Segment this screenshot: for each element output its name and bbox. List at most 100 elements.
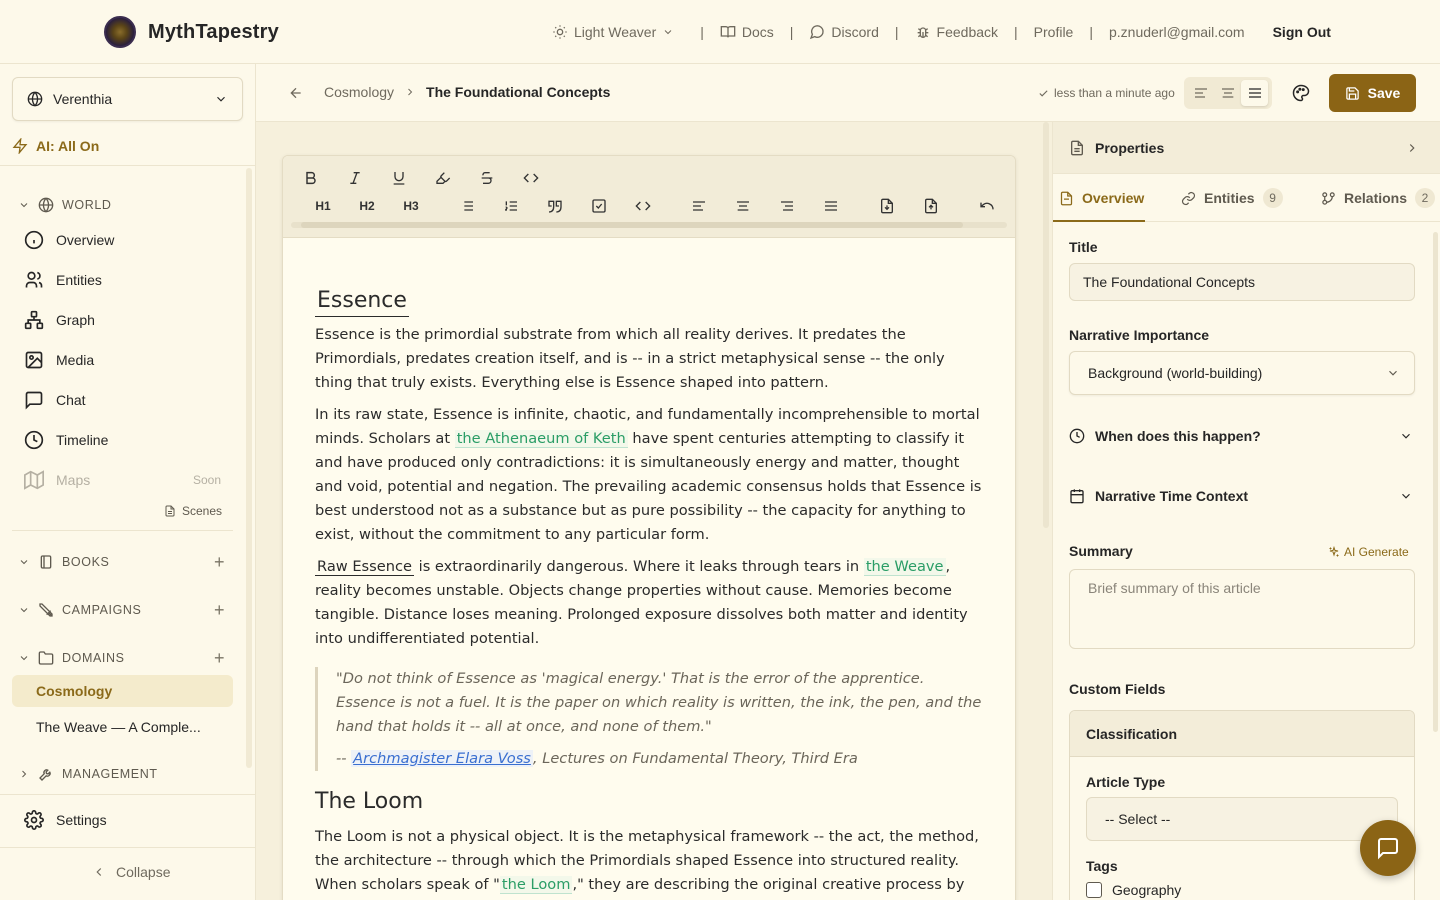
git-branch-icon: [1322, 191, 1335, 205]
sidebar-item-overview[interactable]: Overview: [24, 230, 114, 250]
map-icon: [24, 470, 44, 490]
article-type-select[interactable]: -- Select --: [1086, 797, 1398, 841]
tag-option-geography[interactable]: Geography: [1086, 882, 1181, 898]
add-book-icon[interactable]: +: [214, 552, 225, 573]
books-section-header[interactable]: BOOKS +: [18, 552, 225, 572]
narrative-time-context-section[interactable]: Narrative Time Context: [1069, 488, 1415, 504]
task-list-icon[interactable]: [587, 194, 611, 218]
world-selector[interactable]: Verenthia: [12, 77, 243, 121]
profile-link[interactable]: Profile: [1034, 24, 1074, 40]
entity-link[interactable]: the Loom: [499, 876, 573, 894]
custom-fields-box: Classification Article Type -- Select --…: [1069, 710, 1415, 900]
domain-item-the-weave[interactable]: The Weave — A Comple...: [36, 719, 201, 735]
import-file-icon[interactable]: [875, 194, 899, 218]
docs-link[interactable]: Docs: [720, 24, 774, 40]
heading3-button[interactable]: H3: [399, 194, 423, 218]
bold-icon[interactable]: [299, 166, 323, 190]
book-icon: [720, 24, 736, 40]
divider: [0, 165, 256, 166]
tab-entities[interactable]: Entities 9: [1181, 174, 1283, 222]
chat-fab-button[interactable]: [1360, 820, 1416, 876]
domains-section-header[interactable]: DOMAINS +: [18, 648, 225, 668]
properties-header[interactable]: Properties: [1053, 122, 1440, 174]
sidebar-item-label: Overview: [56, 232, 115, 248]
entity-link[interactable]: Archmagister Elara Voss: [351, 750, 533, 767]
quote-icon[interactable]: [543, 194, 567, 218]
collapse-sidebar-button[interactable]: Collapse: [92, 864, 170, 880]
quote-text: "Do not think of Essence as 'magical ene…: [336, 670, 982, 735]
document-content[interactable]: Essence Essence is the primordial substr…: [315, 286, 985, 900]
classification-header[interactable]: Classification: [1070, 711, 1414, 757]
scenes-link[interactable]: Scenes: [164, 504, 222, 518]
sign-out-button[interactable]: Sign Out: [1273, 24, 1331, 40]
collapse-label: Collapse: [116, 864, 171, 880]
undo-icon[interactable]: [975, 194, 999, 218]
align-left-icon[interactable]: [1188, 80, 1215, 106]
export-file-icon[interactable]: [919, 194, 943, 218]
underline-icon[interactable]: [387, 166, 411, 190]
ai-status-toggle[interactable]: AI: All On: [12, 138, 99, 154]
bullet-list-icon[interactable]: [455, 194, 479, 218]
back-arrow-icon[interactable]: [288, 85, 304, 101]
heading1-button[interactable]: H1: [311, 194, 335, 218]
sidebar-item-media[interactable]: Media: [24, 350, 94, 370]
inline-code-icon[interactable]: [519, 166, 543, 190]
align-center-icon[interactable]: [731, 194, 755, 218]
nav-separator: |: [894, 24, 899, 40]
theme-selector[interactable]: Light Weaver: [552, 24, 674, 40]
management-section-header[interactable]: MANAGEMENT: [18, 766, 158, 782]
sidebar-item-graph[interactable]: Graph: [24, 310, 95, 330]
save-button[interactable]: Save: [1329, 74, 1416, 112]
align-right-icon[interactable]: [775, 194, 799, 218]
settings-button[interactable]: Settings: [24, 810, 107, 830]
chevron-down-icon: [1389, 370, 1397, 376]
world-section-header[interactable]: WORLD: [18, 197, 112, 213]
sidebar-scrollbar[interactable]: [246, 168, 252, 768]
align-justify-icon[interactable]: [819, 194, 843, 218]
ai-generate-button[interactable]: AI Generate: [1328, 545, 1409, 559]
nav-separator: |: [1014, 24, 1018, 40]
title-input[interactable]: The Foundational Concepts: [1069, 263, 1415, 301]
chevron-down-icon: [1402, 493, 1410, 499]
toolbar-scrollbar[interactable]: [291, 222, 1007, 228]
link-icon: [1181, 191, 1196, 205]
feedback-link[interactable]: Feedback: [915, 24, 998, 40]
align-left-icon[interactable]: [687, 194, 711, 218]
sidebar-item-entities[interactable]: Entities: [24, 270, 102, 290]
narrative-importance-select[interactable]: Background (world-building): [1069, 351, 1415, 395]
domain-item-cosmology[interactable]: Cosmology: [12, 675, 233, 707]
align-justify-icon[interactable]: [1241, 80, 1269, 106]
add-campaign-icon[interactable]: +: [214, 600, 225, 621]
tab-relations[interactable]: Relations 2: [1321, 174, 1436, 222]
entity-link[interactable]: the Athenaeum of Keth: [454, 430, 628, 448]
code-block-icon[interactable]: [631, 194, 655, 218]
discord-link[interactable]: Discord: [809, 24, 879, 40]
entity-link[interactable]: the Weave: [863, 558, 946, 576]
toolbar-scrollbar-thumb[interactable]: [301, 222, 963, 228]
sidebar-item-chat[interactable]: Chat: [24, 390, 86, 410]
paragraph: The Loom is not a physical object. It is…: [315, 825, 985, 900]
calendar-icon: [1070, 489, 1084, 504]
campaigns-section-header[interactable]: CAMPAIGNS +: [18, 600, 225, 620]
entity-link[interactable]: Raw Essence: [315, 558, 414, 576]
summary-textarea[interactable]: Brief summary of this article: [1069, 569, 1415, 649]
sidebar-item-maps: Maps: [24, 470, 90, 490]
editor-scrollbar[interactable]: [1043, 122, 1049, 528]
palette-icon[interactable]: [1292, 84, 1310, 102]
italic-icon[interactable]: [343, 166, 367, 190]
checkbox[interactable]: [1086, 882, 1102, 898]
when-does-this-happen-section[interactable]: When does this happen?: [1069, 428, 1415, 444]
breadcrumb-parent[interactable]: Cosmology: [324, 84, 394, 100]
strikethrough-icon[interactable]: [475, 166, 499, 190]
ordered-list-icon[interactable]: [499, 194, 523, 218]
highlighter-icon[interactable]: [431, 166, 455, 190]
heading2-button[interactable]: H2: [355, 194, 379, 218]
add-domain-icon[interactable]: +: [214, 648, 225, 669]
sidebar-item-timeline[interactable]: Timeline: [24, 430, 108, 450]
tab-overview[interactable]: Overview: [1059, 174, 1144, 222]
properties-scrollbar[interactable]: [1433, 232, 1438, 732]
soon-badge: Soon: [193, 473, 222, 487]
world-section-label: WORLD: [62, 198, 112, 212]
brand[interactable]: MythTapestry: [104, 16, 279, 48]
align-center-icon[interactable]: [1215, 80, 1242, 106]
